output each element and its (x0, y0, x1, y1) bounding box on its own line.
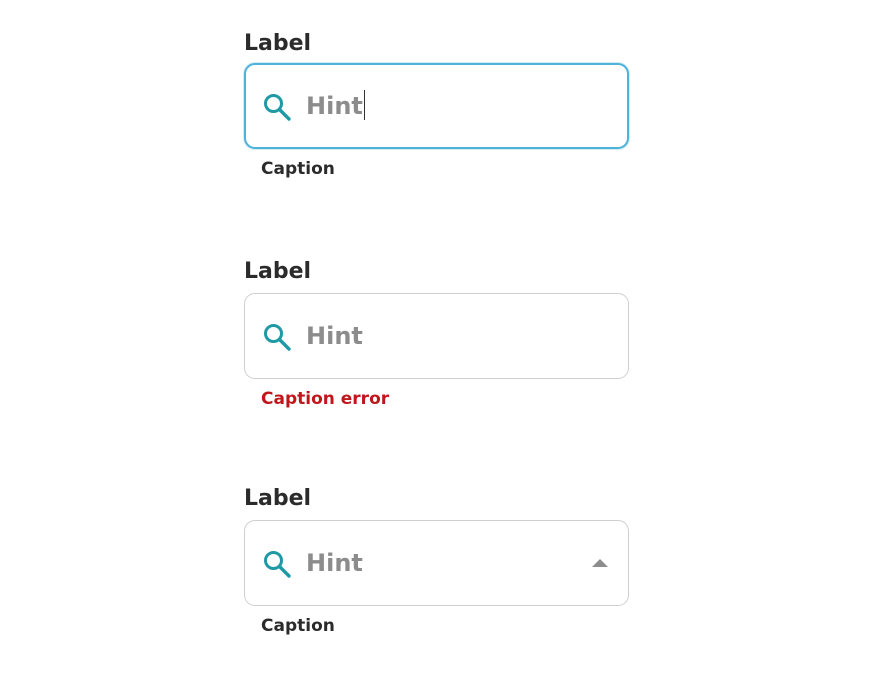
chevron-up-icon[interactable] (592, 559, 608, 567)
hint-text: Hint (306, 322, 363, 350)
search-icon (264, 324, 291, 351)
text-field-focused: Label Hint Caption (244, 31, 629, 191)
select-field: Label Hint Caption (244, 486, 629, 646)
field-caption: Caption (261, 616, 335, 636)
field-label: Label (244, 259, 312, 284)
search-icon (264, 94, 291, 121)
search-input-focused[interactable]: Hint (244, 63, 629, 149)
search-icon (264, 551, 291, 578)
search-select-input[interactable]: Hint (244, 520, 629, 606)
field-label: Label (244, 486, 312, 511)
hint-text: Hint (306, 549, 363, 577)
hint-text: Hint (306, 90, 365, 120)
field-caption: Caption (261, 159, 335, 179)
text-field-error: Label Hint Caption error (244, 259, 629, 419)
field-label: Label (244, 31, 312, 56)
field-caption-error: Caption error (261, 389, 390, 409)
text-caret (363, 90, 365, 120)
search-input-error[interactable]: Hint (244, 293, 629, 379)
